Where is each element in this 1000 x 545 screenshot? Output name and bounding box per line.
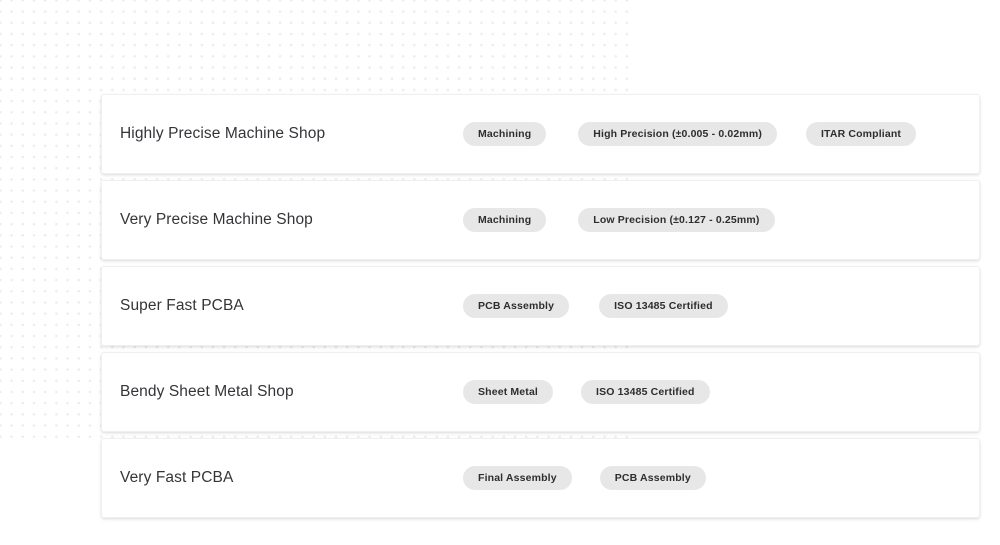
capability-tag[interactable]: Sheet Metal — [463, 380, 553, 405]
supplier-name: Very Fast PCBA — [120, 469, 460, 487]
supplier-name: Very Precise Machine Shop — [120, 211, 460, 229]
capability-tag[interactable]: PCB Assembly — [600, 466, 706, 491]
supplier-list: Highly Precise Machine Shop Machining Hi… — [101, 94, 980, 518]
capability-tag[interactable]: Final Assembly — [463, 466, 572, 491]
capability-tag[interactable]: ITAR Compliant — [806, 122, 916, 147]
supplier-name: Super Fast PCBA — [120, 297, 460, 315]
supplier-card[interactable]: Very Fast PCBA Final Assembly PCB Assemb… — [101, 438, 980, 518]
supplier-card[interactable]: Highly Precise Machine Shop Machining Hi… — [101, 94, 980, 174]
capability-tag[interactable]: Low Precision (±0.127 - 0.25mm) — [578, 208, 774, 233]
supplier-tag-group: Final Assembly PCB Assembly — [460, 466, 961, 491]
supplier-card[interactable]: Very Precise Machine Shop Machining Low … — [101, 180, 980, 260]
supplier-tag-group: PCB Assembly ISO 13485 Certified — [460, 294, 961, 319]
supplier-name: Highly Precise Machine Shop — [120, 125, 460, 143]
supplier-tag-group: Machining High Precision (±0.005 - 0.02m… — [460, 122, 961, 147]
capability-tag[interactable]: Machining — [463, 208, 546, 233]
capability-tag[interactable]: ISO 13485 Certified — [581, 380, 710, 405]
capability-tag[interactable]: High Precision (±0.005 - 0.02mm) — [578, 122, 777, 147]
supplier-tag-group: Sheet Metal ISO 13485 Certified — [460, 380, 961, 405]
supplier-card[interactable]: Super Fast PCBA PCB Assembly ISO 13485 C… — [101, 266, 980, 346]
capability-tag[interactable]: PCB Assembly — [463, 294, 569, 319]
supplier-tag-group: Machining Low Precision (±0.127 - 0.25mm… — [460, 208, 961, 233]
supplier-name: Bendy Sheet Metal Shop — [120, 383, 460, 401]
capability-tag[interactable]: ISO 13485 Certified — [599, 294, 728, 319]
capability-tag[interactable]: Machining — [463, 122, 546, 147]
supplier-card[interactable]: Bendy Sheet Metal Shop Sheet Metal ISO 1… — [101, 352, 980, 432]
